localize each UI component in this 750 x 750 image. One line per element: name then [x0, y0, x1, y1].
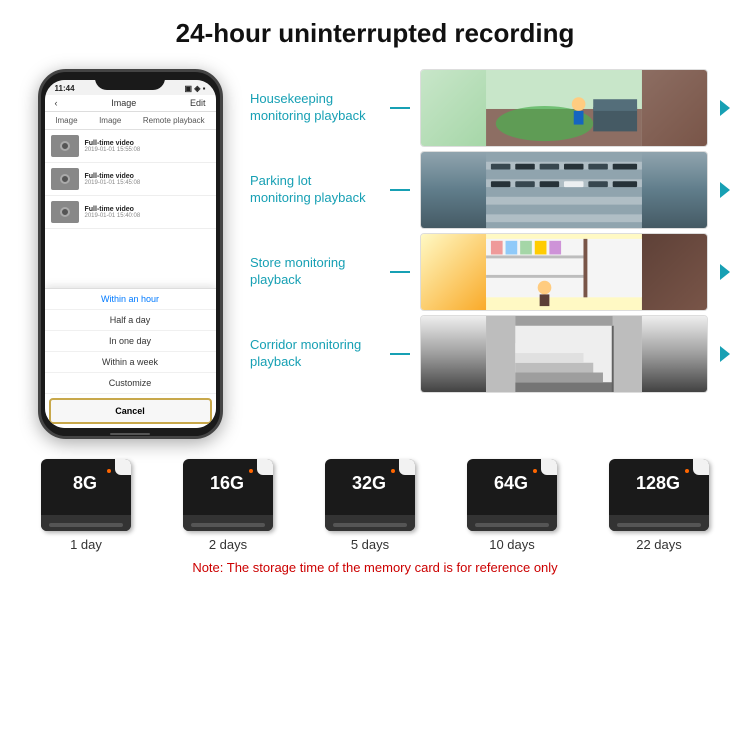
storage-days-16g: 2 days	[209, 537, 247, 552]
monitoring-label-store: Store monitoring playback	[250, 255, 380, 289]
connector-line-2	[390, 189, 410, 191]
sd-card-128g: 128G	[609, 459, 709, 531]
list-item: Full-time video 2019-01-01 15:45:08	[45, 163, 216, 196]
dropdown-item-1[interactable]: Within an hour	[45, 289, 216, 310]
dropdown-item-4[interactable]: Within a week	[45, 352, 216, 373]
monitoring-image-housekeeping	[420, 69, 708, 147]
sd-card-8g: 8G	[41, 459, 131, 531]
sd-label-128g: 128G	[615, 473, 701, 494]
list-item: Full-time video 2019-01-01 15:55:08	[45, 130, 216, 163]
sd-card-64g: 64G	[467, 459, 557, 531]
phone-edit-button[interactable]: Edit	[190, 98, 206, 108]
monitoring-label-housekeeping: Housekeeping monitoring playback	[250, 91, 380, 125]
play-icon	[60, 141, 70, 151]
play-icon	[60, 207, 70, 217]
dropdown-item-3[interactable]: In one day	[45, 331, 216, 352]
phone-tab-image1[interactable]: Image	[51, 114, 81, 127]
connector-line-4	[390, 353, 410, 355]
storage-note: Note: The storage time of the memory car…	[15, 560, 735, 575]
phone-notch	[95, 72, 165, 90]
phone-item-date-3: 2019-01-01 15:40:08	[85, 213, 141, 219]
phone-back-icon[interactable]: ‹	[55, 98, 58, 108]
dropdown-item-2[interactable]: Half a day	[45, 310, 216, 331]
phone-mockup: 11:44 ▣ ◈ ▪ ‹ Image Edit Image Image Rem…	[20, 69, 240, 439]
monitoring-label-corridor: Corridor monitoring playback	[250, 337, 380, 371]
sd-card-32g: 32G	[325, 459, 415, 531]
phone-item-text-3: Full-time video 2019-01-01 15:40:08	[85, 206, 141, 219]
monitoring-image-store	[420, 233, 708, 311]
monitoring-image-parking	[420, 151, 708, 229]
phone-device: 11:44 ▣ ◈ ▪ ‹ Image Edit Image Image Rem…	[38, 69, 223, 439]
storage-days-8g: 1 day	[70, 537, 102, 552]
home-indicator	[41, 432, 220, 436]
phone-item-date-1: 2019-01-01 15:55:08	[85, 147, 141, 153]
phone-screen: 11:44 ▣ ◈ ▪ ‹ Image Edit Image Image Rem…	[45, 80, 216, 428]
monitoring-image-corridor	[420, 315, 708, 393]
phone-item-title-1: Full-time video	[85, 140, 141, 147]
page-title: 24-hour uninterrupted recording	[0, 0, 750, 59]
connector-line-1	[390, 107, 410, 109]
phone-item-date-2: 2019-01-01 15:45:08	[85, 180, 141, 186]
phone-dropdown: Within an hour Half a day In one day Wit…	[45, 288, 216, 428]
storage-cards: 8G 1 day 16G 2 days 32G 5 days	[15, 459, 735, 552]
monitoring-item-housekeeping: Housekeeping monitoring playback	[250, 69, 730, 147]
monitoring-item-parking: Parking lot monitoring playback	[250, 151, 730, 229]
phone-item-text-2: Full-time video 2019-01-01 15:45:08	[85, 173, 141, 186]
storage-card-32g: 32G 5 days	[325, 459, 415, 552]
sd-label-8g: 8G	[47, 473, 123, 494]
phone-tab-remote[interactable]: Remote playback	[139, 114, 209, 127]
play-icon	[60, 174, 70, 184]
monitoring-item-corridor: Corridor monitoring playback	[250, 315, 730, 393]
storage-days-128g: 22 days	[636, 537, 682, 552]
housekeeping-photo	[421, 70, 707, 146]
dropdown-item-5[interactable]: Customize	[45, 373, 216, 394]
main-content: 11:44 ▣ ◈ ▪ ‹ Image Edit Image Image Rem…	[0, 59, 750, 439]
sd-label-64g: 64G	[473, 473, 549, 494]
phone-nav-bar: ‹ Image Edit	[45, 95, 216, 112]
storage-days-64g: 10 days	[489, 537, 535, 552]
phone-thumb-2	[51, 168, 79, 190]
storage-card-8g: 8G 1 day	[41, 459, 131, 552]
phone-status-icons: ▣ ◈ ▪	[185, 84, 206, 93]
phone-tab-image2[interactable]: Image	[95, 114, 125, 127]
corridor-photo	[421, 316, 707, 392]
arrow-right-1	[720, 100, 730, 116]
connector-line-3	[390, 271, 410, 273]
parking-photo	[421, 152, 707, 228]
phone-thumb-1	[51, 135, 79, 157]
phone-item-text-1: Full-time video 2019-01-01 15:55:08	[85, 140, 141, 153]
arrow-right-3	[720, 264, 730, 280]
monitoring-label-parking: Parking lot monitoring playback	[250, 173, 380, 207]
phone-time: 11:44	[55, 84, 75, 93]
storage-section: 8G 1 day 16G 2 days 32G 5 days	[0, 439, 750, 585]
sd-label-32g: 32G	[331, 473, 407, 494]
arrow-right-4	[720, 346, 730, 362]
storage-days-32g: 5 days	[351, 537, 389, 552]
home-bar	[110, 433, 150, 435]
phone-item-title-2: Full-time video	[85, 173, 141, 180]
arrow-right-2	[720, 182, 730, 198]
list-item: Full-time video 2019-01-01 15:40:08	[45, 196, 216, 229]
cancel-button[interactable]: Cancel	[49, 398, 212, 424]
monitoring-panel: Housekeeping monitoring playback	[240, 69, 730, 393]
storage-card-64g: 64G 10 days	[467, 459, 557, 552]
storage-card-128g: 128G 22 days	[609, 459, 709, 552]
sd-card-16g: 16G	[183, 459, 273, 531]
storage-card-16g: 16G 2 days	[183, 459, 273, 552]
phone-screen-title: Image	[111, 98, 136, 108]
monitoring-item-store: Store monitoring playback	[250, 233, 730, 311]
phone-tabs: Image Image Remote playback	[45, 112, 216, 130]
sd-label-16g: 16G	[189, 473, 265, 494]
phone-list: Full-time video 2019-01-01 15:55:08 Full…	[45, 130, 216, 288]
phone-item-title-3: Full-time video	[85, 206, 141, 213]
store-photo	[421, 234, 707, 310]
phone-thumb-3	[51, 201, 79, 223]
